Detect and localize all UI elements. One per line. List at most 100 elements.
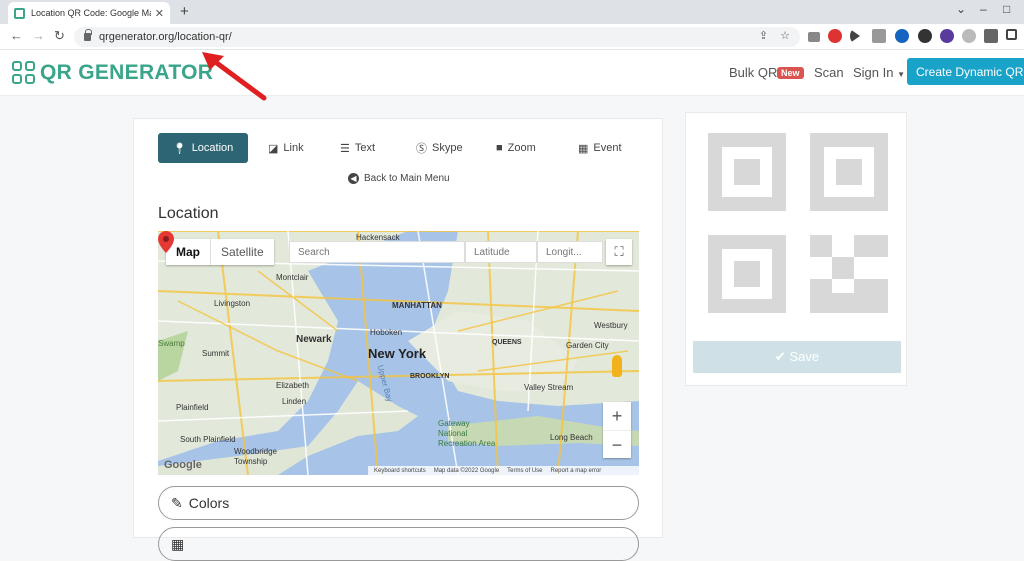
- extension-red-icon[interactable]: [828, 29, 842, 43]
- caret-down-icon: ▼: [897, 70, 906, 79]
- zoom-out-button[interactable]: −: [603, 430, 631, 458]
- favicon-icon: [14, 7, 25, 19]
- report-error-link[interactable]: Report a map error: [551, 468, 602, 474]
- tab-location[interactable]: 📍︎ Location: [158, 133, 248, 163]
- colors-label: Colors: [188, 495, 230, 511]
- map-label: QUEENS: [492, 339, 522, 346]
- map-label: Westbury: [594, 321, 628, 330]
- map-label: Plainfield: [176, 403, 209, 412]
- map-label: South Plainfield: [180, 435, 236, 444]
- map-label: Gateway National Recreation Area: [438, 419, 496, 448]
- map-data-text: Map data ©2022 Google: [433, 467, 500, 474]
- video-icon: ■: [496, 142, 503, 154]
- camera-icon[interactable]: [808, 32, 820, 42]
- forward-icon[interactable]: →: [32, 28, 45, 43]
- location-pin-icon[interactable]: [158, 231, 174, 253]
- next-accordion[interactable]: ▦: [158, 527, 639, 561]
- puzzle-icon[interactable]: [984, 29, 998, 43]
- map-label: Hackensack: [356, 233, 400, 242]
- map-label: Summit: [202, 349, 230, 358]
- tab-text[interactable]: ☰ Text: [340, 133, 375, 163]
- longitude-input[interactable]: [537, 241, 603, 263]
- pin-icon: 📍︎: [172, 142, 187, 155]
- cursor-extension-icon[interactable]: [850, 29, 860, 43]
- extension-blue-icon[interactable]: [895, 29, 909, 43]
- terms-link[interactable]: Terms of Use: [507, 468, 542, 474]
- tab-skype[interactable]: Ⓢ Skype: [416, 133, 463, 163]
- create-dynamic-qr-button[interactable]: Create Dynamic QR Code: [907, 58, 1024, 85]
- keyboard-shortcuts-link[interactable]: Keyboard shortcuts: [374, 468, 426, 474]
- logo-qr-icon[interactable]: [12, 61, 36, 85]
- extension-purple-icon[interactable]: [940, 29, 954, 43]
- save-button[interactable]: ✔ Save: [693, 341, 901, 373]
- map-label: BROOKLYN: [410, 373, 450, 380]
- sidepanel-icon[interactable]: [1006, 29, 1017, 40]
- map-label: Elizabeth: [276, 381, 309, 390]
- tab-link[interactable]: ◪ Link: [268, 133, 304, 163]
- browser-tab-bar: Location QR Code: Google Maps ✕ + ⌄ – □: [0, 0, 1024, 24]
- new-tab-icon[interactable]: +: [180, 3, 189, 20]
- maximize-icon[interactable]: □: [1003, 2, 1010, 16]
- extension-grey-icon[interactable]: [872, 29, 886, 43]
- zoom-control: + −: [603, 402, 631, 458]
- calendar-icon: ▦: [578, 142, 589, 155]
- map-search-input[interactable]: [289, 241, 465, 263]
- browser-tab[interactable]: Location QR Code: Google Maps ✕: [8, 2, 170, 24]
- tab-label: Text: [354, 142, 376, 154]
- tab-label: Event: [593, 142, 622, 154]
- tab-zoom[interactable]: ■ Zoom: [496, 133, 536, 163]
- link-icon: ◪: [268, 142, 279, 155]
- map-label: Long Beach: [550, 433, 593, 442]
- bulk-qr-link[interactable]: Bulk QR: [729, 65, 777, 80]
- share-icon[interactable]: ⇪: [759, 29, 768, 42]
- scan-link[interactable]: Scan: [814, 65, 844, 80]
- colors-accordion[interactable]: ✎ Colors: [158, 486, 639, 520]
- sign-in-link[interactable]: Sign In ▼: [853, 65, 905, 80]
- zoom-in-button[interactable]: +: [603, 402, 631, 430]
- map-label: Newark: [296, 334, 332, 345]
- back-icon[interactable]: ←: [10, 28, 23, 43]
- qr-code-placeholder: [708, 133, 888, 313]
- section-title: Location: [158, 205, 219, 222]
- latitude-input[interactable]: [465, 241, 537, 263]
- url-text: qrgenerator.org/location-qr/: [99, 31, 232, 43]
- arrow-left-circle-icon: ◀: [348, 173, 359, 184]
- back-to-main-menu-link[interactable]: ◀ Back to Main Menu: [348, 173, 450, 184]
- tab-title: Location QR Code: Google Maps: [31, 8, 151, 18]
- back-link-label: Back to Main Menu: [364, 173, 450, 184]
- save-label: Save: [789, 349, 820, 364]
- close-tab-icon[interactable]: ✕: [155, 7, 164, 20]
- map-label: Garden City: [566, 341, 609, 350]
- site-header: QR GENERATOR Bulk QR New Scan Sign In ▼ …: [0, 50, 1024, 96]
- check-icon: ✔: [774, 349, 786, 364]
- google-logo[interactable]: Google: [164, 459, 202, 471]
- tab-label: Link: [283, 142, 304, 154]
- reload-icon[interactable]: ↻: [54, 28, 65, 44]
- map-label: Swamp: [158, 339, 185, 348]
- star-icon[interactable]: ☆: [780, 29, 790, 42]
- sign-in-label: Sign In: [853, 65, 894, 80]
- map-label: MANHATTAN: [392, 301, 442, 310]
- address-toolbar: ← → ↻ qrgenerator.org/location-qr/ ⇪ ☆: [0, 24, 1024, 50]
- new-badge: New: [777, 67, 804, 79]
- qr-type-tabs: 📍︎ Location ◪ Link ☰ Text Ⓢ Skype ■ Zoom…: [158, 133, 638, 163]
- logo-text[interactable]: QR GENERATOR: [40, 61, 213, 85]
- tab-event[interactable]: ▦ Event: [578, 133, 622, 163]
- map-type-satellite-button[interactable]: Satellite: [211, 239, 274, 265]
- google-map[interactable]: Map Satellite ⛶ Hackensack Montclair Liv…: [158, 231, 639, 475]
- tab-label: Location: [191, 142, 234, 154]
- qr-preview-panel: ✔ Save: [685, 112, 907, 386]
- map-footer: Keyboard shortcuts Map data ©2022 Google…: [368, 466, 639, 475]
- eyedropper-icon: ✎: [171, 494, 183, 511]
- minimize-icon[interactable]: –: [980, 2, 987, 16]
- map-label: Livingston: [214, 299, 251, 308]
- map-type-control: Map Satellite: [166, 239, 274, 265]
- fullscreen-icon[interactable]: ⛶: [606, 239, 632, 265]
- street-view-pegman-icon[interactable]: [612, 355, 622, 377]
- map-label: Linden: [282, 397, 307, 406]
- map-label: Hoboken: [370, 328, 403, 337]
- url-bar[interactable]: qrgenerator.org/location-qr/ ⇪ ☆: [74, 27, 800, 47]
- panda-extension-icon[interactable]: [918, 29, 932, 43]
- extension-light-icon[interactable]: [962, 29, 976, 43]
- tab-search-icon[interactable]: ⌄: [956, 2, 966, 16]
